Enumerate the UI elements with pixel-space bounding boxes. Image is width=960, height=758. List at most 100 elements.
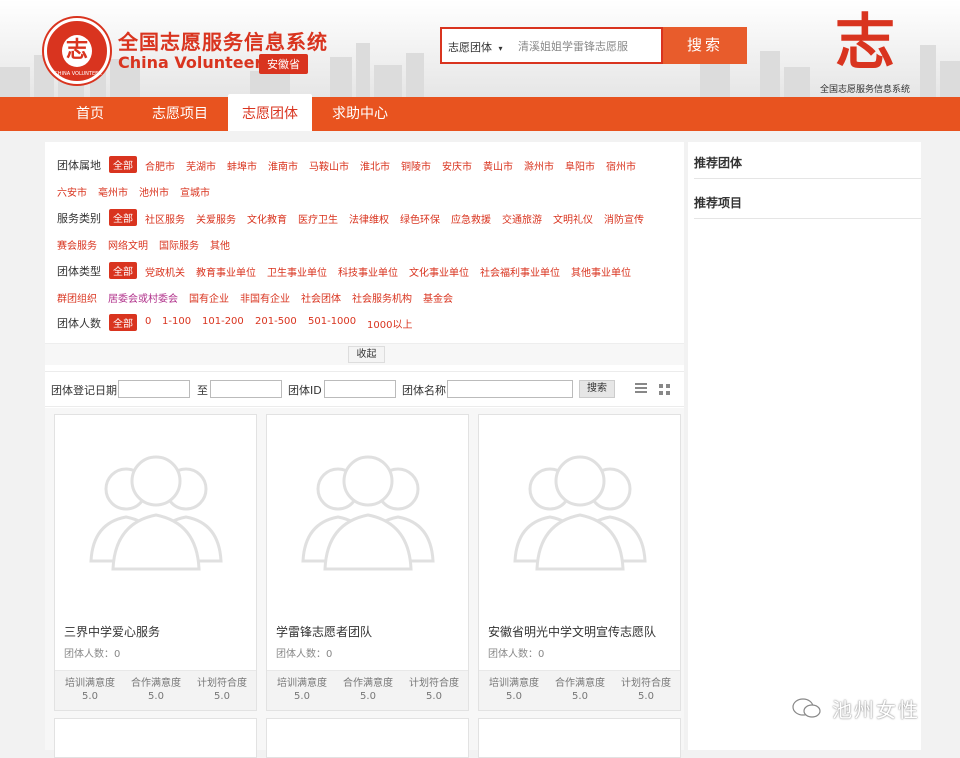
rating-stat: 合作满意度 5.0: [547, 677, 613, 703]
logo-ring-text: CHINA VOLUNTEER: [54, 71, 102, 77]
collapse-button[interactable]: 收起: [348, 346, 385, 363]
rating-stat: 合作满意度 5.0: [123, 677, 189, 703]
filter-option-area[interactable]: 合肥市: [145, 158, 175, 173]
filter-option-type[interactable]: 卫生事业单位: [267, 264, 327, 279]
filter-all-size[interactable]: 全部: [109, 314, 137, 331]
group-card[interactable]: 三界中学爱心服务 团体人数：0 培训满意度 5.0 合作满意度 5.0 计划符合度 5.0: [54, 414, 257, 711]
header-search: 志愿团体 ▾: [440, 27, 663, 64]
filter-option-size[interactable]: 101-200: [202, 316, 244, 327]
group-card[interactable]: 学雷锋志愿者团队 团体人数：0 培训满意度 5.0 合作满意度 5.0 计划符合度 5.0: [266, 414, 469, 711]
filter-option-service[interactable]: 医疗卫生: [298, 211, 338, 226]
nav-help[interactable]: 求助中心: [320, 97, 400, 131]
filter-option-area[interactable]: 芜湖市: [186, 158, 216, 173]
filter-option-area[interactable]: 安庆市: [442, 158, 472, 173]
filter-option-type[interactable]: 党政机关: [145, 264, 185, 279]
wechat-icon: [792, 698, 821, 718]
filter-option-service[interactable]: 其他: [210, 237, 230, 252]
main-nav: 首页 志愿项目 志愿团体 求助中心: [0, 94, 960, 131]
filter-option-type[interactable]: 基金会: [423, 290, 453, 305]
filter-option-service[interactable]: 消防宣传: [604, 211, 644, 226]
filter-option-service[interactable]: 绿色环保: [400, 211, 440, 226]
filter-option-service[interactable]: 法律维权: [349, 211, 389, 226]
filter-all-service[interactable]: 全部: [109, 209, 137, 226]
filter-option-type[interactable]: 科技事业单位: [338, 264, 398, 279]
group-member-count: 团体人数：0: [276, 649, 333, 660]
filter-option-size[interactable]: 1-100: [162, 316, 191, 327]
filter-option-type[interactable]: 社会福利事业单位: [480, 264, 560, 279]
filter-option-type[interactable]: 群团组织: [57, 290, 97, 305]
filter-all-type[interactable]: 全部: [109, 262, 137, 279]
rating-label: 培训满意度: [65, 678, 115, 689]
filter-option-area[interactable]: 蚌埠市: [227, 158, 257, 173]
filter-option-area[interactable]: 宿州市: [606, 158, 636, 173]
date-start-input[interactable]: [118, 380, 190, 398]
nav-groups[interactable]: 志愿团体: [228, 94, 312, 131]
filter-option-type[interactable]: 文化事业单位: [409, 264, 469, 279]
filter-option-service[interactable]: 交通旅游: [502, 211, 542, 226]
watermark-text: 池州女性: [832, 698, 920, 722]
filter-option-area[interactable]: 池州市: [139, 184, 169, 199]
search-input[interactable]: [518, 37, 660, 55]
list-view-icon[interactable]: [635, 383, 647, 394]
filter-option-area[interactable]: 黄山市: [483, 158, 513, 173]
group-name[interactable]: 学雷锋志愿者团队: [276, 623, 372, 640]
group-name[interactable]: 安徽省明光中学文明宣传志愿队: [488, 623, 656, 640]
rating-value: 5.0: [506, 691, 522, 702]
default-group-avatar-icon: [89, 455, 223, 571]
filter-option-size[interactable]: 201-500: [255, 316, 297, 327]
filter-option-service[interactable]: 文化教育: [247, 211, 287, 226]
group-name[interactable]: 三界中学爱心服务: [64, 623, 160, 640]
nav-home[interactable]: 首页: [60, 97, 120, 131]
filter-all-area[interactable]: 全部: [109, 156, 137, 173]
filter-option-area[interactable]: 马鞍山市: [309, 158, 349, 173]
filter-option-type[interactable]: 非国有企业: [240, 290, 290, 305]
filter-option-service[interactable]: 关爱服务: [196, 211, 236, 226]
nav-projects[interactable]: 志愿项目: [140, 97, 220, 131]
filter-option-area[interactable]: 滁州市: [524, 158, 554, 173]
group-ratings: 培训满意度 5.0 合作满意度 5.0 计划符合度 5.0: [479, 670, 680, 710]
site-logo[interactable]: 志 CHINA VOLUNTEER: [44, 18, 110, 84]
filter-option-type[interactable]: 国有企业: [189, 290, 229, 305]
group-card-partial[interactable]: [478, 718, 681, 758]
filter-option-size[interactable]: 501-1000: [308, 316, 356, 327]
rating-stat: 培训满意度 5.0: [57, 677, 123, 703]
filter-option-area[interactable]: 宣城市: [180, 184, 210, 199]
group-ratings: 培训满意度 5.0 合作满意度 5.0 计划符合度 5.0: [267, 670, 468, 710]
brand-caption: 全国志愿服务信息系统: [819, 85, 910, 95]
filter-option-area[interactable]: 阜阳市: [565, 158, 595, 173]
filter-option-type[interactable]: 其他事业单位: [571, 264, 631, 279]
filter-option-service[interactable]: 应急救援: [451, 211, 491, 226]
group-card[interactable]: 安徽省明光中学文明宣传志愿队 团体人数：0 培训满意度 5.0 合作满意度 5.0 计划符合…: [478, 414, 681, 711]
filter-option-service[interactable]: 文明礼仪: [553, 211, 593, 226]
filter-option-area[interactable]: 铜陵市: [401, 158, 431, 173]
filter-option-type[interactable]: 社会服务机构: [352, 290, 412, 305]
rating-stat: 计划符合度 5.0: [401, 677, 467, 703]
search-button[interactable]: 搜索: [663, 27, 747, 64]
filter-option-type[interactable]: 居委会或村委会: [108, 290, 178, 305]
group-card-partial[interactable]: [54, 718, 257, 758]
filter-option-service[interactable]: 网络文明: [108, 237, 148, 252]
filter-search-button[interactable]: 搜索: [579, 380, 615, 398]
grid-view-icon[interactable]: [659, 384, 670, 395]
rating-value: 5.0: [426, 691, 442, 702]
rating-label: 计划符合度: [197, 678, 247, 689]
group-id-input[interactable]: [324, 380, 396, 398]
filter-option-service[interactable]: 社区服务: [145, 211, 185, 226]
filter-option-area[interactable]: 亳州市: [98, 184, 128, 199]
rating-stat: 合作满意度 5.0: [335, 677, 401, 703]
recommendation-sidebar: 推荐团体 推荐项目: [688, 142, 921, 750]
date-end-input[interactable]: [210, 380, 282, 398]
filter-option-service[interactable]: 国际服务: [159, 237, 199, 252]
filter-option-type[interactable]: 社会团体: [301, 290, 341, 305]
filter-option-size[interactable]: 0: [145, 316, 151, 327]
filter-option-area[interactable]: 淮北市: [360, 158, 390, 173]
filter-option-service[interactable]: 赛会服务: [57, 237, 97, 252]
filter-option-type[interactable]: 教育事业单位: [196, 264, 256, 279]
group-card-partial[interactable]: [266, 718, 469, 758]
filter-option-size[interactable]: 1000以上: [367, 316, 412, 331]
filter-option-area[interactable]: 六安市: [57, 184, 87, 199]
filter-option-area[interactable]: 淮南市: [268, 158, 298, 173]
search-type-select[interactable]: 志愿团体 ▾: [448, 39, 503, 55]
group-name-input[interactable]: [447, 380, 573, 398]
date-label: 团体登记日期: [51, 384, 117, 397]
